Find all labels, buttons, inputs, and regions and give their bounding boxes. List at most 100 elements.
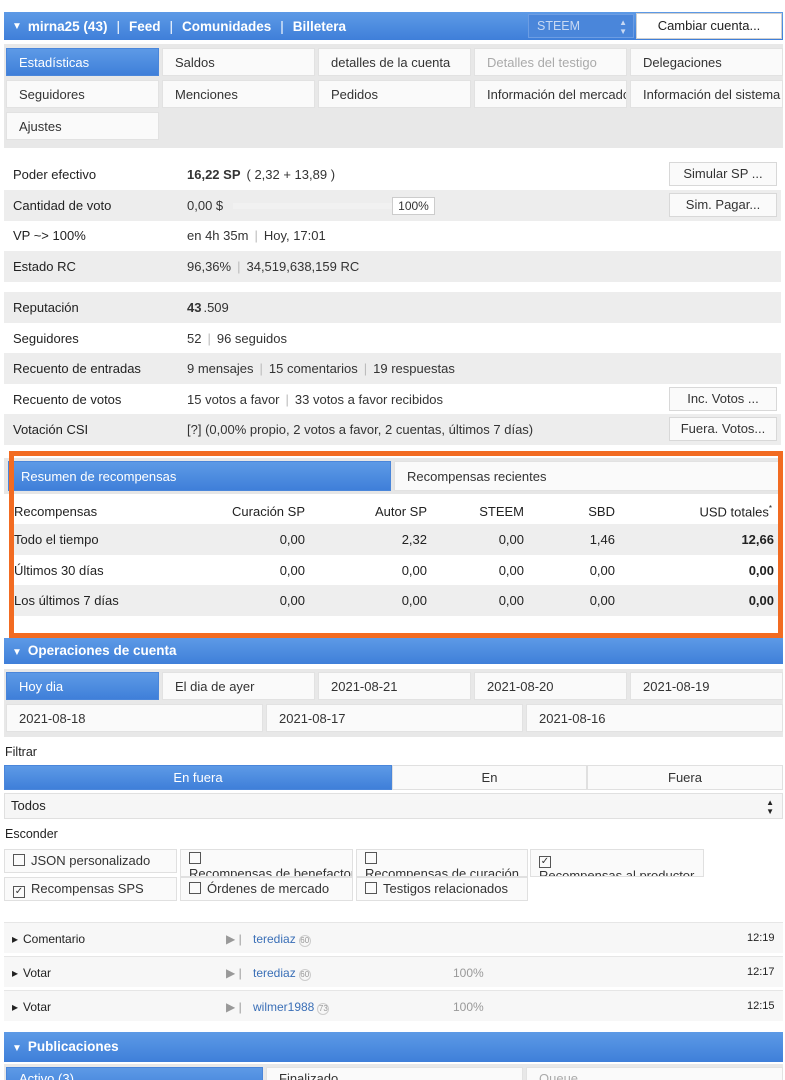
tab-saldos[interactable]: Saldos bbox=[162, 48, 315, 76]
tab-day[interactable]: 2021-08-20 bbox=[474, 672, 627, 700]
tab-finished[interactable]: Finalizado bbox=[266, 1067, 523, 1080]
reputation-badge: 60 bbox=[298, 969, 311, 981]
feed-link[interactable]: Feed bbox=[129, 19, 161, 34]
seg-value: 52 bbox=[187, 331, 202, 346]
stat-value: 96,36% | 34,519,638,159 RC bbox=[187, 259, 359, 274]
checkbox-box bbox=[189, 852, 201, 864]
comunidades-link[interactable]: Comunidades bbox=[182, 19, 271, 34]
tab-day[interactable]: 2021-08-17 bbox=[266, 704, 523, 732]
play-icon: ▶ | bbox=[226, 932, 242, 946]
poder-detail: ( 2,32 + 13,89 ) bbox=[246, 167, 336, 182]
publications-title: Publicaciones bbox=[27, 1039, 119, 1054]
hide-market-checkbox[interactable]: Órdenes de mercado bbox=[180, 877, 353, 901]
stat-row-csi: Votación CSI [?] (0,00% propio, 2 votos … bbox=[4, 414, 781, 445]
tab-delegaciones[interactable]: Delegaciones bbox=[630, 48, 783, 76]
entradas-replies: 19 respuestas bbox=[373, 361, 455, 376]
publications-tabs-panel: Activo (3) Finalizado Queue bbox=[4, 1064, 783, 1080]
filter-tab-out[interactable]: Fuera bbox=[587, 765, 783, 790]
filter-tab-all[interactable]: En fuera bbox=[4, 765, 392, 790]
top-bar: ▼ mirna25 (43) | Feed | Comunidades | Bi… bbox=[4, 12, 783, 40]
tab-active[interactable]: Activo (3) bbox=[6, 1067, 263, 1080]
stat-label: Votación CSI bbox=[13, 422, 89, 437]
vote-slider[interactable] bbox=[233, 202, 394, 209]
user-link[interactable]: terediaz bbox=[253, 966, 296, 980]
tab-day-today[interactable]: Hoy dia bbox=[6, 672, 159, 700]
separator: | bbox=[363, 361, 368, 376]
sim-pagar-button[interactable]: Sim. Pagar... bbox=[669, 193, 777, 217]
play-icon: ▶ | bbox=[226, 1000, 242, 1014]
expand-triangle-icon: ▸ bbox=[12, 966, 19, 980]
entradas-comments: 15 comentarios bbox=[268, 361, 358, 376]
rc-value: 96,36% bbox=[187, 259, 232, 274]
operation-row[interactable]: ▸ Votar ▶ | terediaz 60 100% 12:17 bbox=[4, 956, 783, 987]
simular-sp-button[interactable]: Simular SP ... bbox=[669, 162, 777, 186]
entradas-posts: 9 mensajes bbox=[187, 361, 254, 376]
hide-sps-checkbox[interactable]: ✓ Recompensas SPS bbox=[4, 877, 177, 901]
tab-queue[interactable]: Queue bbox=[526, 1067, 783, 1080]
stat-row-votos: Recuento de votos 15 votos a favor | 33 … bbox=[4, 384, 781, 415]
operations-header[interactable]: ▼ Operaciones de cuenta bbox=[4, 638, 783, 664]
tab-day[interactable]: 2021-08-18 bbox=[6, 704, 263, 732]
stat-value: 16,22 SP ( 2,32 + 13,89 ) bbox=[187, 167, 335, 182]
tab-menciones[interactable]: Menciones bbox=[162, 80, 315, 108]
hide-curation-checkbox[interactable]: Recompensas de curación bbox=[356, 849, 528, 877]
billetera-link[interactable]: Billetera bbox=[293, 19, 346, 34]
steem-select[interactable]: STEEM ▲ ▼ bbox=[528, 14, 634, 38]
fuera-votos-button[interactable]: Fuera. Votos... bbox=[669, 417, 777, 441]
tab-detalles-testigo[interactable]: Detalles del testigo bbox=[474, 48, 627, 76]
separator: | bbox=[169, 18, 173, 34]
hide-json-checkbox[interactable]: JSON personalizado bbox=[4, 849, 177, 873]
tab-estadisticas[interactable]: Estadísticas bbox=[6, 48, 159, 76]
expand-triangle-icon: ▸ bbox=[12, 932, 19, 946]
tab-day-yesterday[interactable]: El dia de ayer bbox=[162, 672, 315, 700]
collapse-triangle-icon: ▼ bbox=[12, 1043, 22, 1054]
inc-votos-button[interactable]: Inc. Votos ... bbox=[669, 387, 777, 411]
operation-type-select[interactable]: Todos ▲ ▼ bbox=[4, 793, 783, 819]
op-percent: 100% bbox=[453, 1000, 484, 1014]
highlight-annotation-box bbox=[9, 451, 783, 638]
stat-value: 15 votos a favor | 33 votos a favor reci… bbox=[187, 392, 443, 407]
operation-row[interactable]: ▸ Comentario ▶ | terediaz 60 12:19 bbox=[4, 922, 783, 953]
hide-witness-checkbox[interactable]: Testigos relacionados bbox=[356, 877, 528, 901]
tab-info-sistema[interactable]: Información del sistema bbox=[630, 80, 783, 108]
user-link[interactable]: mirna25 (43) bbox=[28, 19, 108, 34]
checkbox-label: Recompensas al productor bbox=[539, 868, 695, 877]
checkbox-label: Órdenes de mercado bbox=[207, 881, 330, 896]
menu-triangle-icon[interactable]: ▼ bbox=[12, 21, 22, 32]
checkbox-box bbox=[365, 852, 377, 864]
hide-producer-checkbox[interactable]: ✓ Recompensas al productor bbox=[530, 849, 704, 877]
tab-seguidores[interactable]: Seguidores bbox=[6, 80, 159, 108]
stat-row-voto: Cantidad de voto 0,00 $ 100% Sim. Pagar.… bbox=[4, 190, 781, 221]
rep-decimal: .509 bbox=[203, 300, 229, 315]
stat-row-rc: Estado RC 96,36% | 34,519,638,159 RC bbox=[4, 251, 781, 282]
tab-detalles-cuenta[interactable]: detalles de la cuenta bbox=[318, 48, 471, 76]
stat-row-reputacion: Reputación 43 .509 bbox=[4, 292, 781, 323]
tab-info-mercado[interactable]: Información del mercado bbox=[474, 80, 627, 108]
poder-value: 16,22 SP bbox=[187, 167, 241, 182]
dropdown-arrow-icon: ▲ ▼ bbox=[766, 798, 774, 816]
switch-account-button[interactable]: Cambiar cuenta... bbox=[636, 13, 782, 39]
main-tabs-panel: Estadísticas Saldos detalles de la cuent… bbox=[4, 44, 783, 148]
vote-percent-input[interactable]: 100% bbox=[392, 196, 435, 215]
operation-row[interactable]: ▸ Votar ▶ | wilmer1988 73 100% 12:15 bbox=[4, 990, 783, 1021]
user-link[interactable]: wilmer1988 bbox=[253, 1000, 314, 1014]
operations-title: Operaciones de cuenta bbox=[27, 643, 177, 658]
separator: | bbox=[237, 259, 241, 274]
filter-tab-in[interactable]: En bbox=[392, 765, 587, 790]
dropdown-arrow-icon: ▲ ▼ bbox=[619, 18, 627, 36]
tab-ajustes[interactable]: Ajustes bbox=[6, 112, 159, 140]
play-icon: ▶ | bbox=[226, 966, 242, 980]
hide-benefactor-checkbox[interactable]: Recompensas de benefactor bbox=[180, 849, 353, 877]
op-type: Votar bbox=[23, 1000, 52, 1014]
reputation-badge: 73 bbox=[317, 1003, 330, 1015]
stat-value: en 4h 35m | Hoy, 17:01 bbox=[187, 228, 326, 243]
tab-day[interactable]: 2021-08-19 bbox=[630, 672, 783, 700]
user-link[interactable]: terediaz bbox=[253, 932, 296, 946]
publications-header[interactable]: ▼ Publicaciones bbox=[4, 1032, 783, 1062]
checkbox-label: Testigos relacionados bbox=[383, 881, 509, 896]
tab-day[interactable]: 2021-08-16 bbox=[526, 704, 783, 732]
stat-row-vp: VP ~> 100% en 4h 35m | Hoy, 17:01 bbox=[4, 220, 781, 251]
checkbox-label: Recompensas SPS bbox=[31, 881, 144, 896]
tab-pedidos[interactable]: Pedidos bbox=[318, 80, 471, 108]
tab-day[interactable]: 2021-08-21 bbox=[318, 672, 471, 700]
